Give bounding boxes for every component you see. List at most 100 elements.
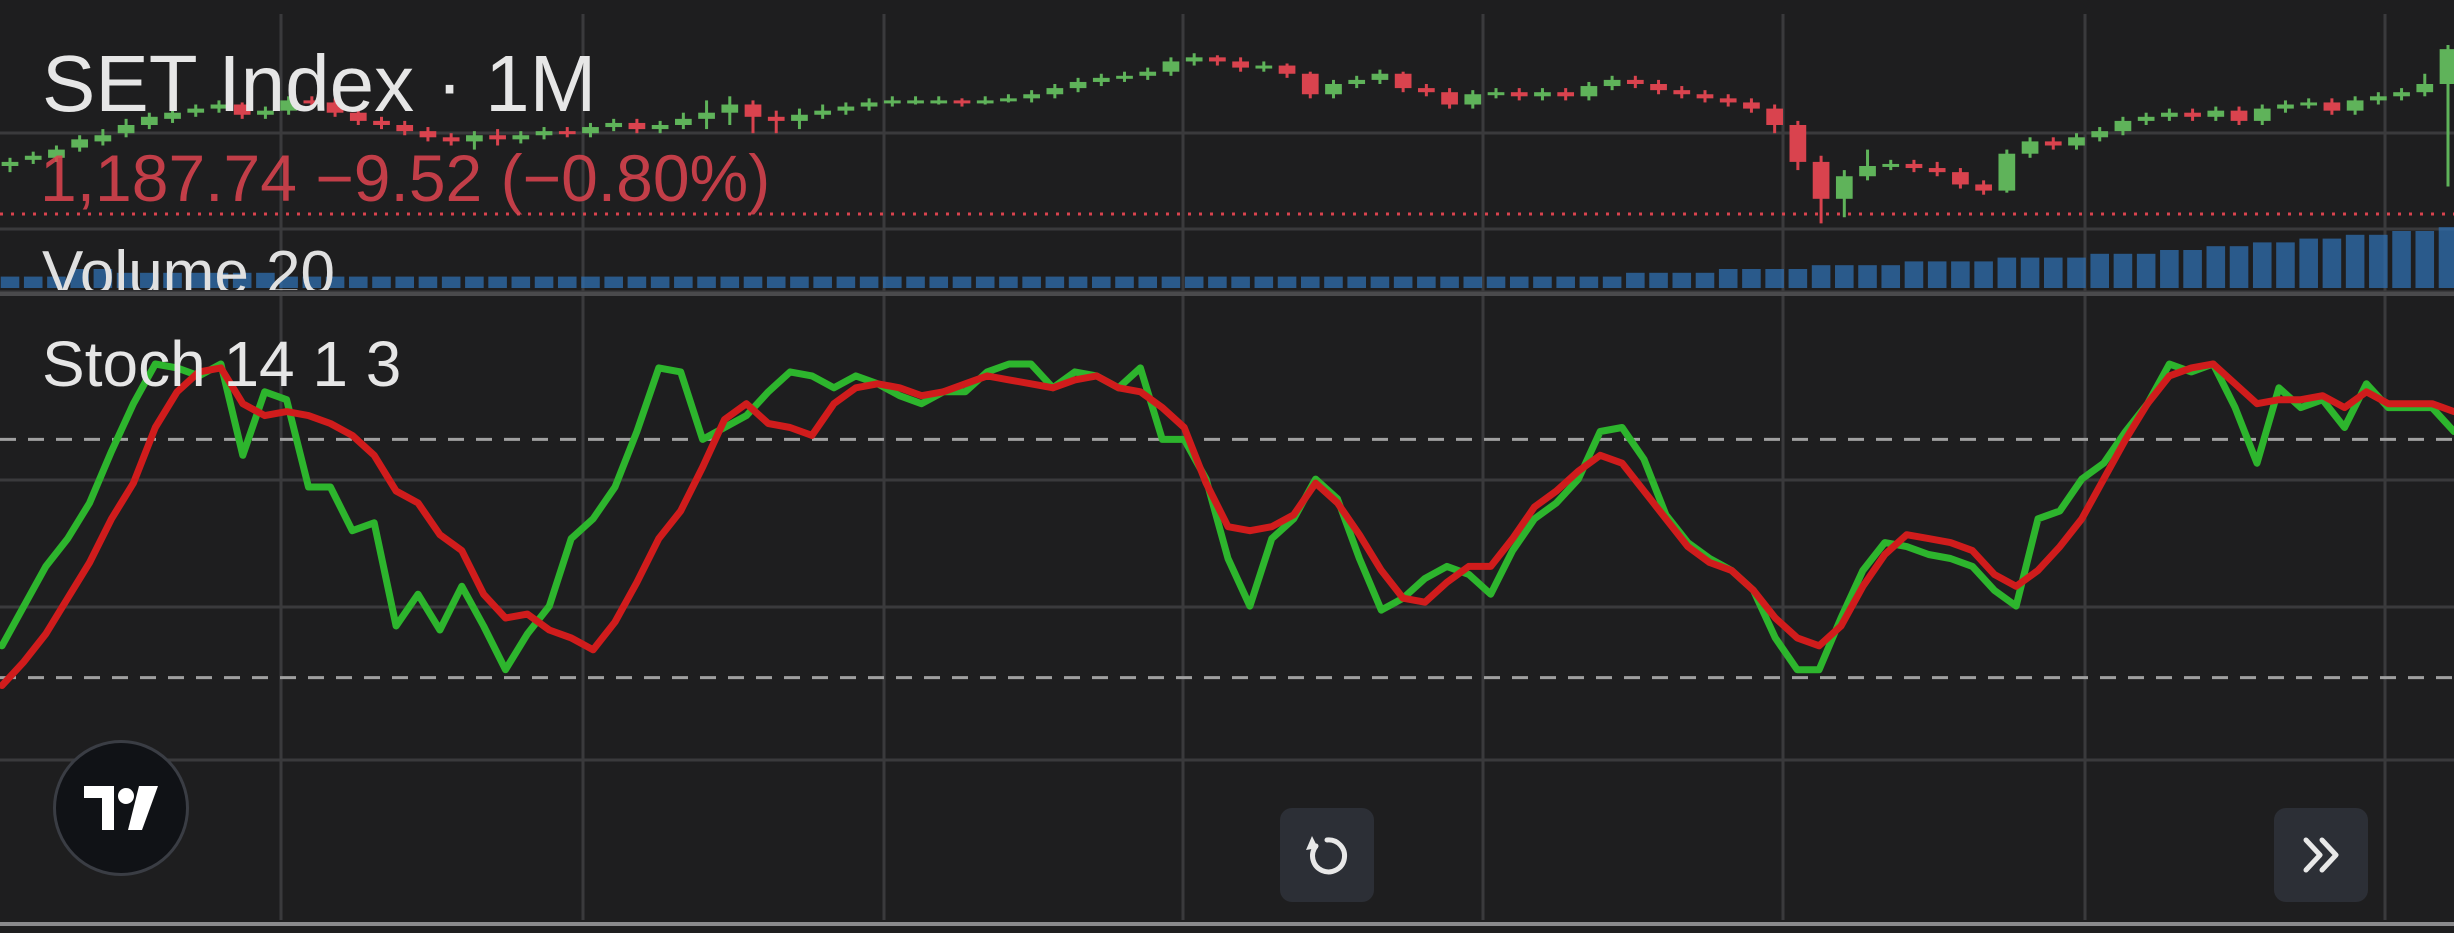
volume-bar: [1092, 276, 1111, 288]
volume-bar: [1300, 276, 1320, 288]
volume-bar: [883, 276, 902, 288]
volume-bar: [2299, 238, 2318, 288]
candle-up: [930, 100, 948, 104]
volume-bar: [581, 276, 600, 288]
volume-bar: [2183, 250, 2202, 288]
candle-down: [419, 131, 437, 138]
volume-bar: [1811, 265, 1831, 288]
volume-bar: [1231, 276, 1250, 288]
candle-down: [1812, 161, 1830, 199]
candle-up: [2207, 110, 2225, 117]
candle-up: [1116, 75, 1133, 79]
candle-up: [605, 122, 623, 128]
volume-bar: [975, 276, 995, 288]
candle-down: [558, 131, 576, 135]
candle-up: [907, 100, 924, 104]
volume-bar: [650, 276, 670, 288]
candle-down: [1626, 79, 1644, 84]
candle-down: [1301, 73, 1319, 95]
candle-up: [512, 135, 530, 140]
candle-up: [2439, 49, 2454, 84]
candle-down: [1696, 94, 1714, 99]
volume-label: Volume 20: [42, 239, 335, 290]
candle-up: [2277, 104, 2294, 109]
volume-bar: [511, 276, 531, 288]
volume-bar: [1602, 276, 1622, 288]
tradingview-logo-button[interactable]: [53, 740, 189, 876]
candle-up: [698, 112, 715, 119]
volume-bar: [1347, 276, 1366, 288]
volume-bar: [372, 276, 391, 288]
candle-up: [1185, 57, 1203, 62]
candle-down: [1766, 108, 1784, 125]
volume-bar: [906, 276, 925, 288]
volume-bar: [1324, 276, 1343, 288]
candle-down: [953, 100, 971, 104]
volume-bar: [1951, 261, 1970, 288]
volume-bar: [790, 276, 809, 288]
volume-bar: [1533, 276, 1552, 288]
candle-down: [1928, 168, 1946, 173]
chart-title: SET Index · 1M: [42, 39, 597, 128]
candle-down: [2323, 102, 2341, 111]
volume-bar: [488, 276, 507, 288]
volume-bar: [1974, 261, 1993, 288]
candle-up: [791, 114, 808, 121]
candle-down: [1789, 125, 1807, 162]
candle-down: [1719, 98, 1737, 103]
volume-bar: [1672, 272, 1692, 288]
candle-down: [1743, 102, 1760, 109]
volume-bar: [697, 276, 716, 288]
volume-bar: [2113, 253, 2133, 288]
volume-bar: [674, 276, 693, 288]
candle-up: [1139, 71, 1157, 76]
candle-up: [2114, 120, 2132, 132]
volume-bar: [2438, 227, 2454, 288]
volume-bar: [1463, 276, 1483, 288]
stoch-label: Stoch 14 1 3: [42, 328, 402, 400]
volume-bar: [1486, 276, 1506, 288]
candle-up: [651, 125, 669, 130]
volume-bar: [2276, 242, 2295, 288]
volume-bar: [1208, 276, 1227, 288]
candle-up: [535, 131, 553, 136]
volume-bar: [2252, 242, 2272, 288]
candle-down: [628, 122, 646, 130]
candle-down: [489, 135, 506, 140]
volume-bar: [1068, 276, 1088, 288]
candle-up: [1023, 94, 1040, 99]
candle-up: [2137, 116, 2155, 121]
candle-down: [2044, 141, 2062, 146]
volume-bar: [1509, 276, 1529, 288]
volume-bar: [2229, 246, 2249, 288]
candle-up: [2300, 102, 2318, 106]
volume-bar: [1277, 276, 1297, 288]
volume-bar: [2345, 234, 2365, 288]
candle-up: [2068, 137, 2085, 146]
candle-up: [2369, 96, 2387, 101]
volume-bar: [1788, 269, 1808, 288]
candle-down: [1673, 90, 1691, 95]
scroll-to-latest-button[interactable]: [2274, 808, 2368, 902]
candle-up: [1882, 163, 1900, 167]
volume-bar: [1858, 265, 1877, 288]
candle-up: [721, 104, 739, 113]
price-change-label: 1,187.74 −9.52 (−0.80%): [40, 141, 771, 215]
volume-bar: [836, 276, 856, 288]
candle-up: [1348, 79, 1366, 84]
candle-up: [1, 161, 19, 166]
volume-bar: [1881, 265, 1901, 288]
volume-bar: [1138, 276, 1158, 288]
volume-bar: [743, 276, 763, 288]
candle-down: [767, 116, 785, 121]
volume-bar: [23, 276, 43, 288]
candle-up: [2416, 84, 2434, 93]
candle-up: [2393, 92, 2410, 97]
candle-up: [2161, 112, 2178, 117]
reset-chart-button[interactable]: [1280, 808, 1374, 902]
volume-bar: [1835, 265, 1854, 288]
volume-bar: [1022, 276, 1041, 288]
candle-up: [1046, 88, 1064, 95]
volume-bar: [2020, 257, 2040, 288]
candle-down: [1278, 65, 1296, 74]
